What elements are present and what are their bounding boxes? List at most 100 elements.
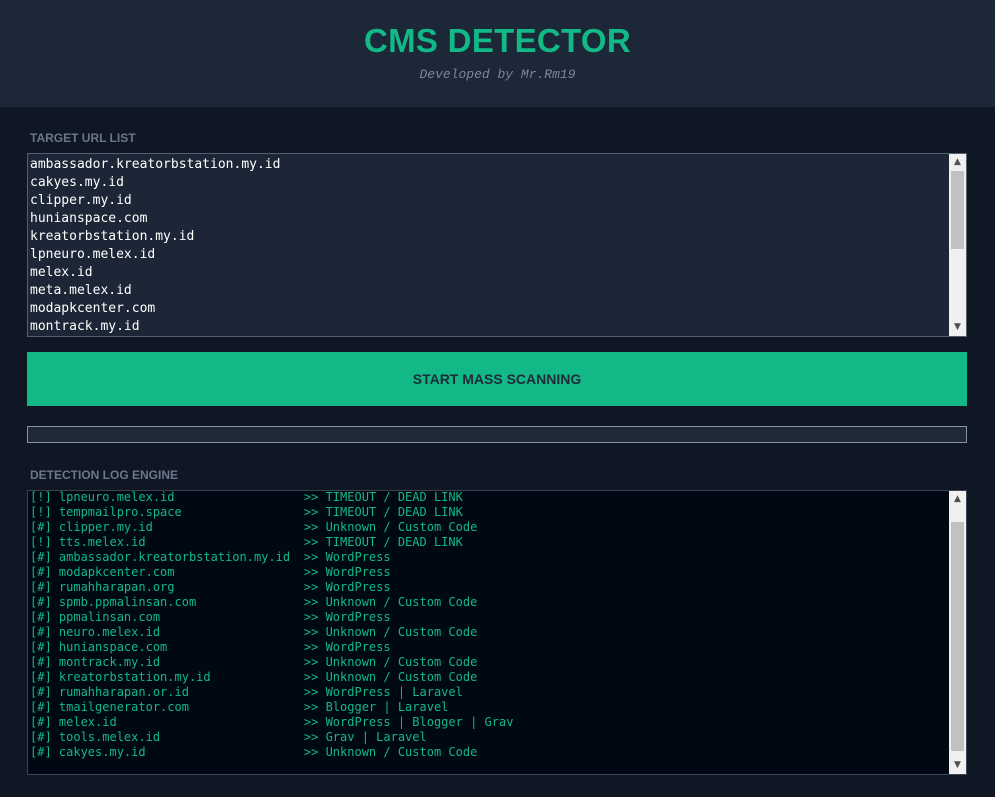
url-line: modapkcenter.com: [30, 301, 156, 316]
url-scroll-thumb[interactable]: [951, 171, 964, 249]
url-line: meta.melex.id: [30, 283, 132, 298]
log-scroll-thumb[interactable]: [951, 522, 964, 751]
target-url-label: TARGET URL LIST: [30, 131, 136, 145]
log-result: >> Unknown / Custom Code: [303, 670, 478, 684]
log-result: >> WordPress: [303, 580, 391, 594]
log-entry: [#] neuro.melex.id >> Unknown / Custom Co…: [30, 625, 513, 640]
scan-progress-bar: [27, 426, 967, 443]
detection-log-panel[interactable]: [!] lpneuro.melex.id >> TIMEOUT / DEAD LI…: [27, 490, 967, 775]
log-entry: [#] cakyes.my.id >> Unknown / Custom Code: [30, 745, 513, 760]
log-entry: [!] lpneuro.melex.id >> TIMEOUT / DEAD LI…: [30, 490, 513, 505]
url-line: lpneuro.melex.id: [30, 247, 156, 262]
log-entry: [#] modapkcenter.com >> WordPress: [30, 565, 513, 580]
log-entry: [#] melex.id >> WordPress | Blogger | Gra…: [30, 715, 513, 730]
log-result: >> WordPress: [303, 640, 391, 654]
log-entry: [#] montrack.my.id >> Unknown / Custom Co…: [30, 655, 513, 670]
log-status-prefix: [!]: [30, 535, 59, 549]
scroll-up-arrow-icon[interactable]: ▲: [949, 491, 966, 508]
log-result: >> Unknown / Custom Code: [303, 595, 478, 609]
log-entry: [#] rumahharapan.org >> WordPress: [30, 580, 513, 595]
log-domain: modapkcenter.com: [58, 565, 175, 579]
log-status-prefix: [#]: [30, 550, 59, 564]
url-line: melex.id: [30, 265, 93, 280]
log-domain: lpneuro.melex.id: [58, 490, 175, 504]
log-domain: cakyes.my.id: [58, 745, 146, 759]
log-result: >> WordPress | Blogger | Grav: [303, 715, 514, 729]
log-result: >> Blogger | Laravel: [303, 700, 449, 714]
log-domain: kreatorbstation.my.id: [58, 670, 211, 684]
log-status-prefix: [#]: [30, 730, 59, 744]
log-entry: [#] ambassador.kreatorbstation.my.id >> W…: [30, 550, 513, 565]
log-status-prefix: [#]: [30, 655, 59, 669]
log-domain: tmailgenerator.com: [58, 700, 189, 714]
log-status-prefix: [#]: [30, 685, 59, 699]
log-entry: [!] tts.melex.id >> TIMEOUT / DEAD LINK: [30, 535, 513, 550]
log-status-prefix: [#]: [30, 580, 59, 594]
log-result: >> WordPress | Laravel: [303, 685, 463, 699]
log-domain: melex.id: [58, 715, 117, 729]
url-line: ambassador.kreatorbstation.my.id: [30, 157, 281, 172]
log-result: >> WordPress: [303, 550, 391, 564]
detection-log-label: DETECTION LOG ENGINE: [30, 468, 179, 482]
log-scrollbar[interactable]: ▲ ▼: [949, 491, 966, 774]
log-entry: [#] ppmalinsan.com >> WordPress: [30, 610, 513, 625]
log-entry: [#] clipper.my.id >> Unknown / Custom Cod…: [30, 520, 513, 535]
log-entry: [#] hunianspace.com >> WordPress: [30, 640, 513, 655]
target-url-textarea[interactable]: ambassador.kreatorbstation.my.id cakyes.m…: [27, 153, 967, 337]
page-title: CMS DETECTOR: [363, 22, 631, 59]
log-status-prefix: [#]: [30, 565, 59, 579]
log-status-prefix: [!]: [30, 490, 59, 504]
log-domain: rumahharapan.or.id: [58, 685, 189, 699]
log-result: >> WordPress: [303, 610, 391, 624]
url-scrollbar[interactable]: ▲ ▼: [949, 154, 966, 336]
log-status-prefix: [#]: [30, 670, 59, 684]
log-list: [!] lpneuro.melex.id >> TIMEOUT / DEAD LI…: [30, 490, 513, 760]
log-status-prefix: [#]: [30, 595, 59, 609]
log-domain: montrack.my.id: [58, 655, 161, 669]
log-entry: [#] spmb.ppmalinsan.com >> Unknown / Cust…: [30, 595, 513, 610]
log-result: >> Unknown / Custom Code: [303, 625, 478, 639]
scroll-up-arrow-icon[interactable]: ▲: [949, 154, 966, 171]
log-result: >> Unknown / Custom Code: [303, 655, 478, 669]
log-domain: tools.melex.id: [58, 730, 161, 744]
url-list: ambassador.kreatorbstation.my.id cakyes.m…: [30, 156, 280, 336]
log-status-prefix: [!]: [30, 505, 59, 519]
url-line: kreatorbstation.my.id: [30, 229, 195, 244]
log-result: >> TIMEOUT / DEAD LINK: [303, 490, 463, 504]
log-domain: rumahharapan.org: [58, 580, 175, 594]
log-domain: ambassador.kreatorbstation.my.id: [58, 550, 291, 564]
start-scan-button[interactable]: START MASS SCANNING: [27, 352, 967, 406]
log-result: >> Unknown / Custom Code: [303, 745, 478, 759]
log-result: >> WordPress: [303, 565, 391, 579]
log-domain: hunianspace.com: [58, 640, 168, 654]
app-header: CMS DETECTOR Developed by Mr.Rm19: [0, 0, 995, 107]
url-line: clipper.my.id: [30, 193, 132, 208]
log-domain: tts.melex.id: [58, 535, 146, 549]
log-status-prefix: [#]: [30, 610, 59, 624]
log-result: >> TIMEOUT / DEAD LINK: [303, 505, 463, 519]
log-entry: [!] tempmailpro.space >> TIMEOUT / DEAD L…: [30, 505, 513, 520]
log-status-prefix: [#]: [30, 520, 59, 534]
url-line: hunianspace.com: [30, 211, 148, 226]
scroll-down-arrow-icon[interactable]: ▼: [949, 319, 966, 336]
log-domain: spmb.ppmalinsan.com: [58, 595, 197, 609]
log-domain: tempmailpro.space: [58, 505, 182, 519]
log-status-prefix: [#]: [30, 700, 59, 714]
log-domain: ppmalinsan.com: [58, 610, 161, 624]
developer-credit: Developed by Mr.Rm19: [419, 67, 576, 82]
log-entry: [#] tmailgenerator.com >> Blogger | Larav…: [30, 700, 513, 715]
log-result: >> TIMEOUT / DEAD LINK: [303, 535, 463, 549]
url-line: montrack.my.id: [30, 319, 140, 334]
log-status-prefix: [#]: [30, 745, 59, 759]
log-entry: [#] tools.melex.id >> Grav | Laravel: [30, 730, 513, 745]
log-result: >> Grav | Laravel: [303, 730, 427, 744]
scroll-down-arrow-icon[interactable]: ▼: [949, 757, 966, 774]
log-status-prefix: [#]: [30, 640, 59, 654]
url-line: cakyes.my.id: [30, 175, 124, 190]
log-domain: clipper.my.id: [58, 520, 153, 534]
log-result: >> Unknown / Custom Code: [303, 520, 478, 534]
log-entry: [#] rumahharapan.or.id >> WordPress | Lar…: [30, 685, 513, 700]
log-domain: neuro.melex.id: [58, 625, 161, 639]
log-entry: [#] kreatorbstation.my.id >> Unknown / Cu…: [30, 670, 513, 685]
log-status-prefix: [#]: [30, 625, 59, 639]
